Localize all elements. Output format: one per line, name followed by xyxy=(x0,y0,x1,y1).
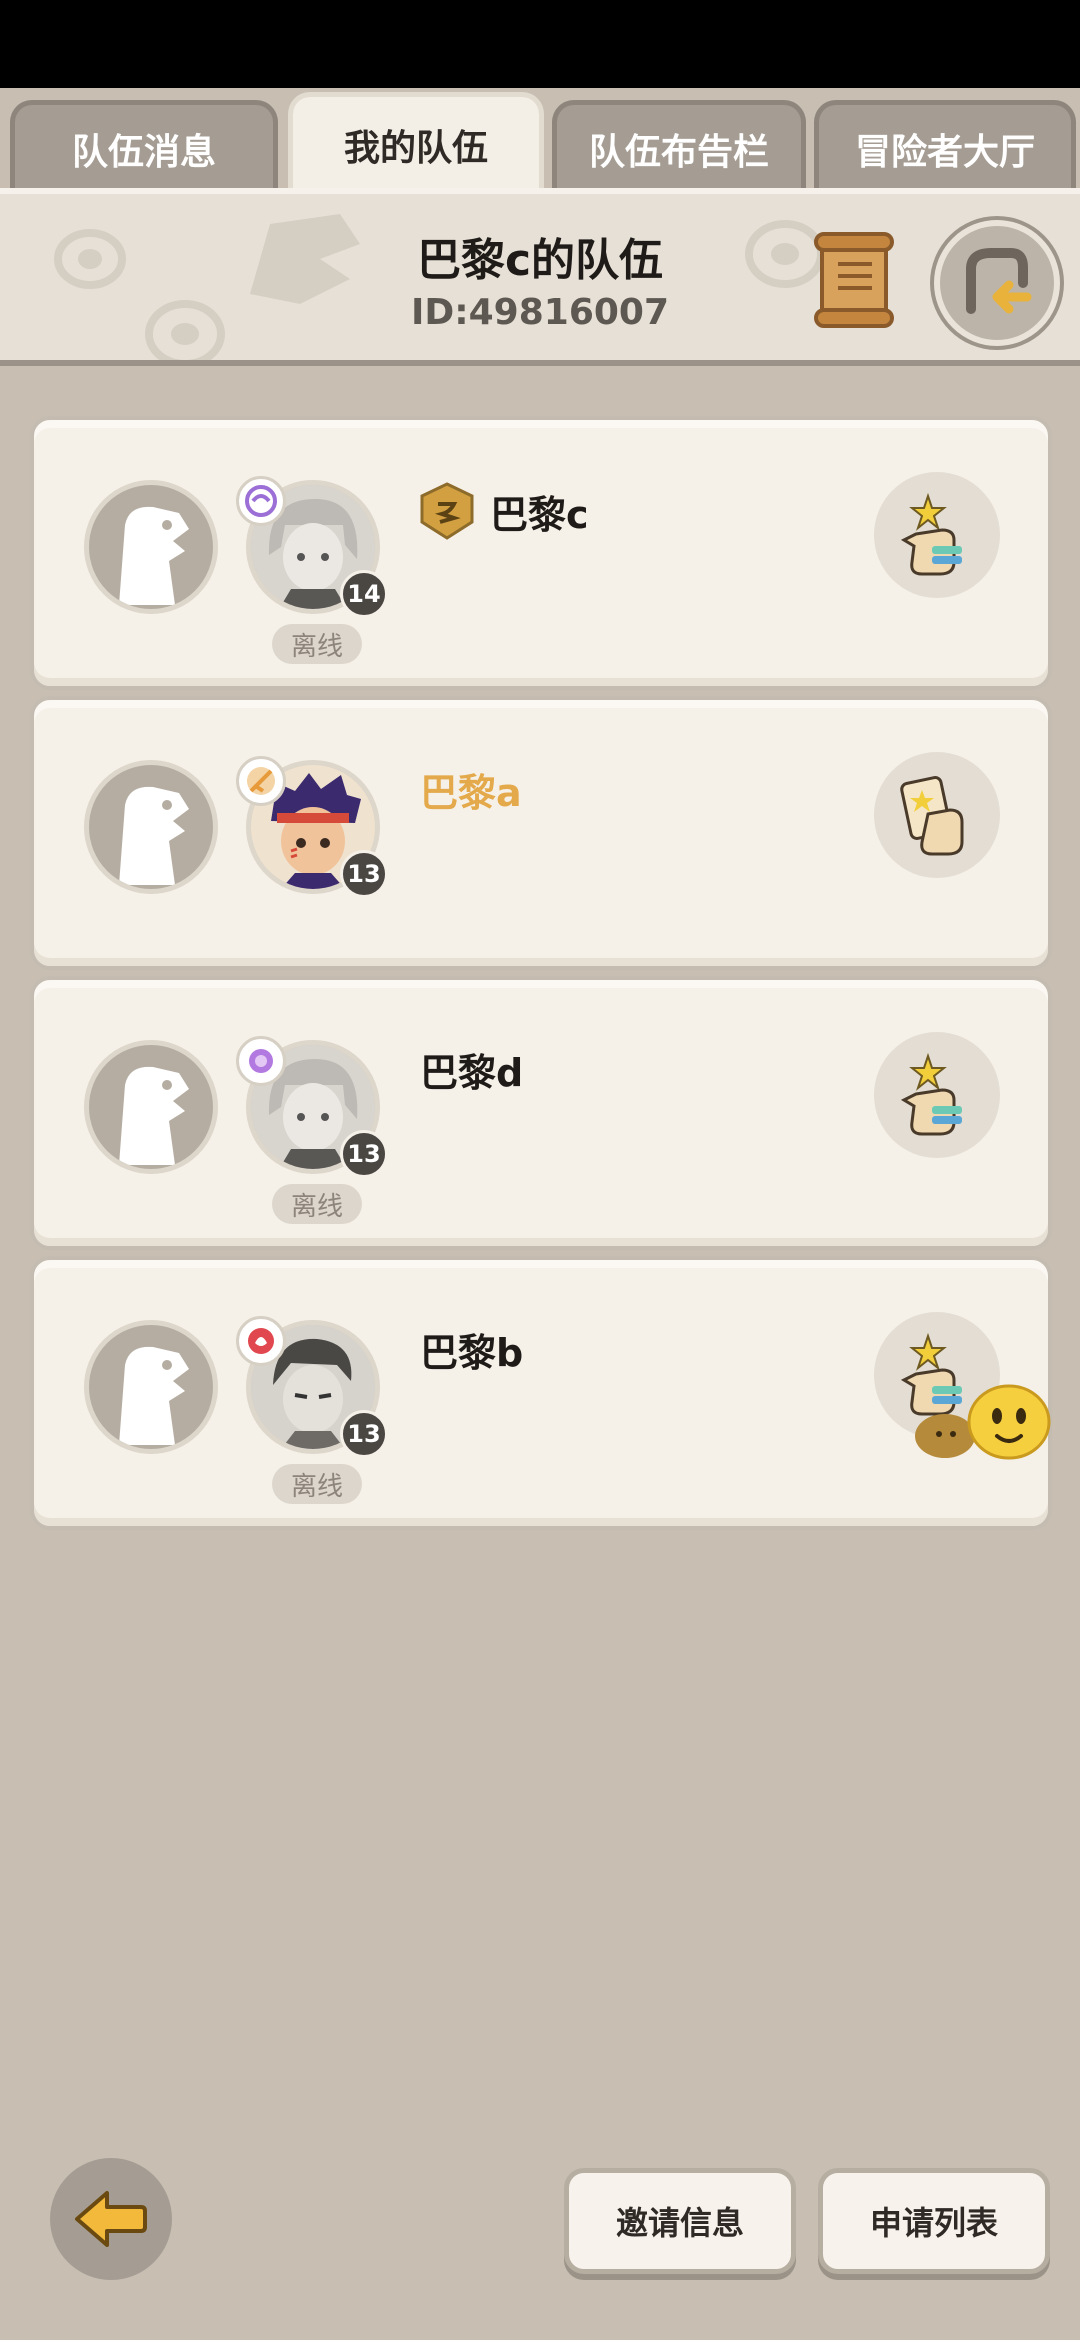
dino-silhouette-icon xyxy=(119,1346,189,1445)
member-card[interactable]: 13 巴黎a xyxy=(30,696,1052,970)
scroll-icon[interactable] xyxy=(812,230,898,330)
level-badge: 13 xyxy=(340,1130,388,1178)
tab-team-messages[interactable]: 队伍消息 xyxy=(10,100,278,192)
class-icon xyxy=(236,1036,286,1086)
tab-adventurer-hall[interactable]: 冒险者大厅 xyxy=(814,100,1076,192)
interact-button[interactable] xyxy=(874,472,1000,598)
tab-team-bulletin[interactable]: 队伍布告栏 xyxy=(552,100,806,192)
interact-button[interactable] xyxy=(874,752,1000,878)
leader-shield-icon xyxy=(420,482,474,540)
invite-info-button[interactable]: 邀请信息 xyxy=(564,2168,796,2274)
member-name: 巴黎d xyxy=(420,1042,523,1097)
empty-pet-slot xyxy=(84,760,218,894)
level-badge: 13 xyxy=(340,1410,388,1458)
member-name-text: 巴黎c xyxy=(490,492,589,537)
exit-door-icon xyxy=(966,248,1032,314)
empty-pet-slot xyxy=(84,1040,218,1174)
pet-mascot-icon[interactable] xyxy=(905,1380,1055,1460)
exit-team-button[interactable] xyxy=(934,220,1060,346)
member-name-text: 巴黎d xyxy=(420,1051,524,1095)
dino-silhouette-icon xyxy=(119,786,189,885)
hand-card-icon xyxy=(900,776,964,856)
team-header: 巴黎c的队伍 ID:49816007 xyxy=(0,188,1080,366)
hand-star-icon xyxy=(900,1052,962,1136)
status-badge: 离线 xyxy=(272,1184,362,1224)
status-badge: 离线 xyxy=(272,1464,362,1504)
level-badge: 14 xyxy=(340,570,388,618)
member-name-text: 巴黎a xyxy=(420,771,522,815)
empty-pet-slot xyxy=(84,480,218,614)
back-button[interactable] xyxy=(50,2158,172,2280)
status-badge: 离线 xyxy=(272,624,362,664)
class-icon xyxy=(236,756,286,806)
team-id: ID:49816007 xyxy=(410,292,670,333)
hand-star-icon xyxy=(900,492,962,576)
member-name: 巴黎c xyxy=(420,482,589,540)
dino-silhouette-icon xyxy=(119,506,189,605)
member-name: 巴黎b xyxy=(420,1322,523,1377)
interact-button[interactable] xyxy=(874,1032,1000,1158)
member-name: 巴黎a xyxy=(420,762,522,817)
class-icon xyxy=(236,1316,286,1366)
member-card[interactable]: 13 离线 巴黎b xyxy=(30,1256,1052,1530)
dino-silhouette-icon xyxy=(119,1066,189,1165)
apply-list-button[interactable]: 申请列表 xyxy=(818,2168,1050,2274)
member-card[interactable]: 13 离线 巴黎d xyxy=(30,976,1052,1250)
level-badge: 13 xyxy=(340,850,388,898)
status-bar xyxy=(0,0,1080,88)
class-icon xyxy=(236,476,286,526)
back-arrow-icon xyxy=(75,2191,147,2247)
empty-pet-slot xyxy=(84,1320,218,1454)
member-card[interactable]: 14 离线 巴黎c xyxy=(30,416,1052,690)
team-name: 巴黎c的队伍 xyxy=(416,235,664,286)
tab-bar: 队伍消息 我的队伍 队伍布告栏 冒险者大厅 xyxy=(0,92,1080,192)
member-name-text: 巴黎b xyxy=(420,1331,524,1375)
tab-my-team[interactable]: 我的队伍 xyxy=(288,92,544,192)
